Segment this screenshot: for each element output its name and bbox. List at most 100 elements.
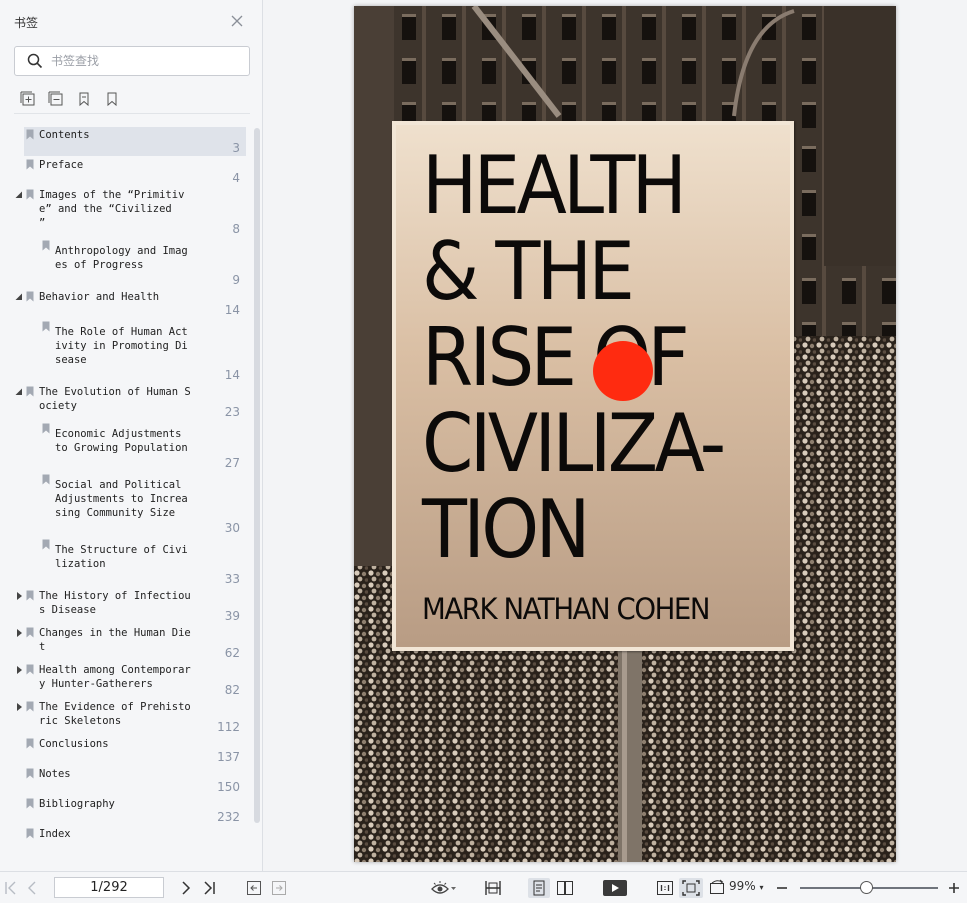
fit-width-button[interactable]: [484, 878, 502, 898]
first-page-icon: [5, 881, 16, 895]
title-line: CIVILIZA-: [422, 397, 726, 490]
bookmark-label: Behavior and Health: [39, 291, 160, 303]
first-page-button[interactable]: [4, 878, 18, 898]
document-viewport[interactable]: HEALTH & THE RISE OF CIVILIZA- TION MARK…: [264, 0, 967, 871]
bookmark-icon: [42, 474, 50, 485]
bookmark-item[interactable]: Social and Political Adjustments to Incr…: [24, 472, 246, 536]
actual-size-button[interactable]: [656, 878, 674, 898]
zoom-in-button[interactable]: [947, 878, 961, 898]
last-page-button[interactable]: [202, 878, 216, 898]
prev-page-button[interactable]: [26, 878, 38, 898]
bookmark-page-number: 3: [232, 141, 240, 155]
bookmark-page-number: 62: [224, 646, 240, 660]
close-icon[interactable]: [231, 15, 243, 27]
pdf-page: HEALTH & THE RISE OF CIVILIZA- TION MARK…: [354, 6, 896, 862]
back-icon: [247, 881, 261, 895]
bookmark-item[interactable]: Conclusions 137: [24, 736, 246, 765]
bookmark-icon: [42, 539, 50, 550]
caret-right-icon[interactable]: [14, 702, 24, 712]
add-bookmark-icon[interactable]: [20, 91, 36, 107]
bookmark-icon: [42, 321, 50, 332]
bookmark-icon: [26, 590, 34, 601]
zoom-out-icon: [777, 887, 787, 889]
bookmark-item[interactable]: Bibliography 232: [24, 796, 246, 825]
bookmark-item[interactable]: The Structure of Civi lization 33: [24, 537, 246, 587]
actual-size-icon: [657, 881, 673, 895]
panel-title: 书签: [14, 16, 39, 30]
caret-down-icon[interactable]: [14, 292, 24, 302]
page-number-input[interactable]: 1/292: [54, 877, 164, 898]
remove-bookmark-icon[interactable]: [48, 91, 64, 107]
bookmark-label: Index: [39, 828, 71, 840]
eye-icon: [431, 881, 456, 894]
bookmark-item[interactable]: The Evidence of Prehisto ric Skeletons 11…: [17, 699, 246, 735]
play-icon: [603, 880, 627, 896]
bookmark-icon: [26, 159, 34, 170]
rotate-icon: [710, 879, 724, 894]
bookmark-label: Conclusions: [39, 738, 109, 750]
bookmark-label: Preface: [39, 159, 84, 171]
bookmark-item[interactable]: Contents 3: [24, 127, 246, 156]
bookmark-item[interactable]: Notes 150: [24, 766, 246, 795]
zoom-in-icon: [949, 883, 959, 893]
bookmark-label: Social and Political Adjustments to Incr…: [55, 479, 188, 519]
rotate-button[interactable]: [708, 878, 726, 898]
search-input[interactable]: [51, 52, 241, 70]
bookmark-page-number: 232: [217, 810, 240, 824]
bookmark-page-number: 27: [224, 456, 240, 470]
bookmark-page-number: 9: [232, 273, 240, 287]
bookmark-label: Bibliography: [39, 798, 115, 810]
bookmark-item[interactable]: The Role of Human Act ivity in Promoting…: [24, 319, 246, 383]
title-line: & THE: [422, 225, 635, 318]
bookmark-search[interactable]: [14, 46, 250, 76]
book-author: MARK NATHAN COHEN: [422, 592, 711, 626]
cover-title-panel: HEALTH & THE RISE OF CIVILIZA- TION MARK…: [392, 121, 794, 651]
caret-down-icon[interactable]: [14, 190, 24, 200]
bookmark-icon: [42, 240, 50, 251]
zoom-level[interactable]: 99% ▾: [729, 879, 764, 893]
single-page-button[interactable]: [528, 878, 550, 898]
next-page-button[interactable]: [180, 878, 192, 898]
bookmark-item[interactable]: Behavior and Health 14: [15, 289, 246, 318]
bookmark-label: Anthropology and Imag es of Progress: [55, 245, 188, 271]
bookmark-item[interactable]: Index: [24, 826, 246, 855]
two-page-icon: [557, 881, 573, 895]
caret-down-icon[interactable]: [14, 387, 24, 397]
red-dot: [593, 341, 653, 401]
zoom-slider-handle[interactable]: [860, 881, 874, 894]
bookmark-icon: [26, 129, 34, 140]
scrollbar-thumb[interactable]: [254, 128, 260, 823]
forward-button[interactable]: [271, 878, 287, 898]
two-page-button[interactable]: [556, 878, 574, 898]
view-mode-button[interactable]: [430, 878, 458, 898]
bookmark-page-number: 14: [224, 303, 240, 317]
caret-right-icon[interactable]: [14, 591, 24, 601]
forward-icon: [272, 881, 286, 895]
bookmark-item[interactable]: Anthropology and Imag es of Progress 9: [24, 238, 246, 288]
bookmark-item[interactable]: The Evolution of Human S ociety 23: [15, 384, 246, 420]
bookmark-icon: [26, 768, 34, 779]
bookmark-page-number: 30: [224, 521, 240, 535]
bookmark-item[interactable]: Health among Contemporar y Hunter-Gather…: [17, 662, 246, 698]
bookmark-page-number: 14: [224, 368, 240, 382]
bookmark-page-number: 112: [217, 720, 240, 734]
bookmark-item[interactable]: The History of Infectiou s Disease 39: [17, 588, 246, 624]
zoom-value: 99%: [729, 879, 756, 893]
bookmark-list: Contents 3 Preface 4 Images of the “Primitiv…: [0, 123, 250, 871]
caret-right-icon[interactable]: [14, 628, 24, 638]
bookmark-icon: [26, 701, 34, 712]
bookmark-item[interactable]: Changes in the Human Die t 62: [17, 625, 246, 661]
zoom-out-button[interactable]: [775, 878, 789, 898]
bookmark-outline-icon[interactable]: [104, 91, 120, 107]
slideshow-button[interactable]: [602, 878, 628, 898]
fit-page-button[interactable]: [679, 878, 703, 898]
bookmark-item[interactable]: Images of the “Primitiv e” and the “Civi…: [15, 187, 246, 237]
bookmark-icon[interactable]: [76, 91, 92, 107]
bookmark-label: Images of the “Primitiv e” and the “Civi…: [39, 189, 185, 229]
caret-right-icon[interactable]: [14, 665, 24, 675]
bookmark-item[interactable]: Economic Adjustments to Growing Populati…: [24, 421, 246, 471]
bookmark-label: The Role of Human Act ivity in Promoting…: [55, 326, 188, 366]
bookmark-item[interactable]: Preface 4: [24, 157, 246, 186]
bookmark-page-number: 4: [232, 171, 240, 185]
back-button[interactable]: [246, 878, 262, 898]
